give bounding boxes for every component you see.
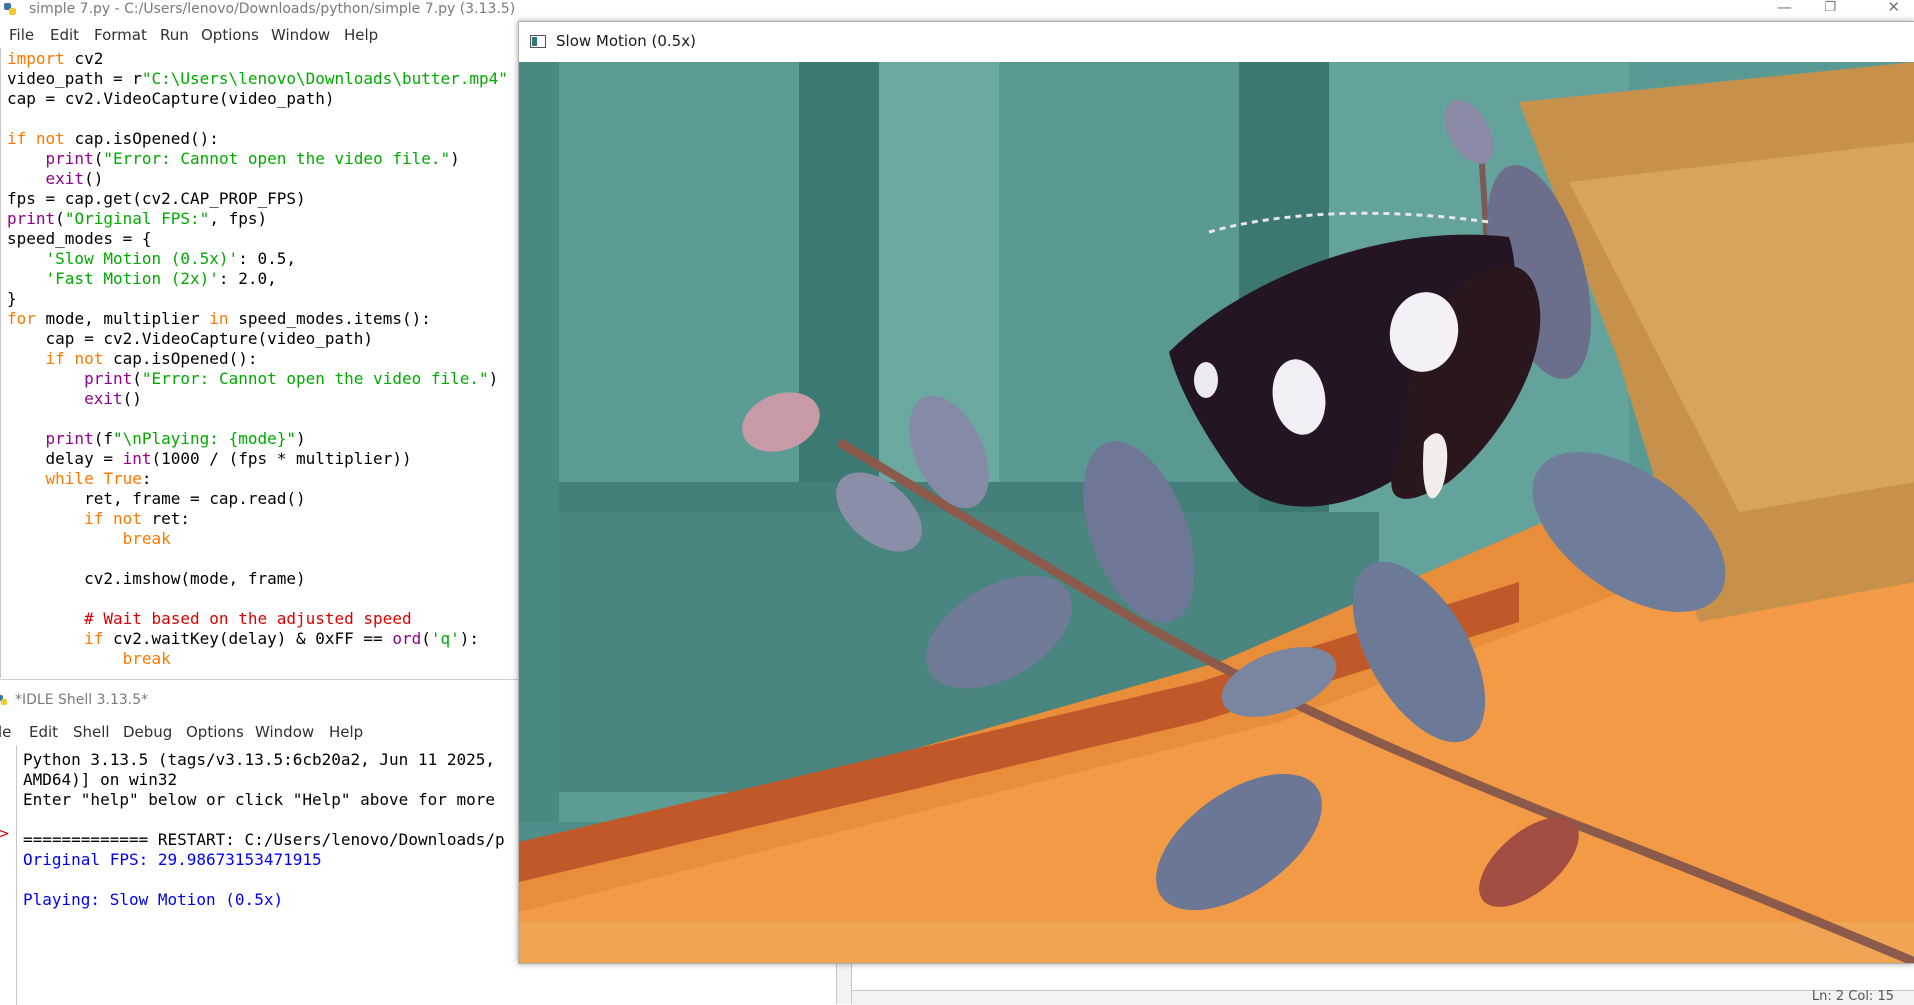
window-icon <box>530 35 546 48</box>
shell-line: Python 3.13.5 (tags/v3.13.5:6cb20a2, Jun… <box>23 750 496 769</box>
menu-shell[interactable]: Shell <box>73 722 110 742</box>
video-titlebar[interactable]: Slow Motion (0.5x) <box>519 22 1914 61</box>
shell-title: *IDLE Shell 3.13.5* <box>15 692 149 708</box>
menu-debug[interactable]: Debug <box>123 722 172 742</box>
minimize-icon[interactable]: — <box>1777 0 1792 16</box>
menu-file[interactable]: le <box>0 722 11 742</box>
menu-edit[interactable]: Edit <box>50 24 79 46</box>
shell-gutter <box>0 745 17 1005</box>
menu-window[interactable]: Window <box>271 24 330 46</box>
butterfly-frame-image <box>519 62 1914 963</box>
editor-menubar: File Edit Format Run Options Window Help <box>0 24 520 46</box>
menu-options[interactable]: Options <box>201 24 259 46</box>
shell-line: Original FPS: 29.98673153471915 <box>23 850 322 869</box>
menu-options[interactable]: Options <box>186 722 244 742</box>
menu-file[interactable]: File <box>9 24 34 46</box>
menu-help[interactable]: Help <box>329 722 363 742</box>
window-controls: — ❐ ✕ <box>1734 0 1914 18</box>
restore-icon[interactable]: ❐ <box>1824 0 1836 17</box>
editor-titlebar[interactable]: simple 7.py - C:/Users/lenovo/Downloads/… <box>0 0 1914 18</box>
source-code[interactable]: import cv2 video_path = r"C:\Users\lenov… <box>7 49 508 669</box>
video-title: Slow Motion (0.5x) <box>556 32 696 50</box>
menu-window[interactable]: Window <box>255 722 314 742</box>
editor-title: simple 7.py - C:/Users/lenovo/Downloads/… <box>29 1 516 17</box>
shell-menubar: le Edit Shell Debug Options Window Help <box>0 722 520 742</box>
shell-line: Enter "help" below or click "Help" above… <box>23 790 496 809</box>
shell-line: Playing: Slow Motion (0.5x) <box>23 890 284 909</box>
python-icon <box>4 3 16 15</box>
shell-prompt: > <box>0 826 10 842</box>
video-window[interactable]: Slow Motion (0.5x) <box>518 21 1914 964</box>
menu-help[interactable]: Help <box>344 24 378 46</box>
cursor-position: Ln: 2 Col: 15 <box>1811 989 1894 1004</box>
shell-line: AMD64)] on win32 <box>23 770 178 789</box>
menu-run[interactable]: Run <box>160 24 189 46</box>
shell-window: *IDLE Shell 3.13.5* le Edit Shell Debug … <box>0 679 520 1005</box>
shell-output[interactable]: > Python 3.13.5 (tags/v3.13.5:6cb20a2, J… <box>0 745 520 1005</box>
video-frame <box>519 62 1914 963</box>
menu-format[interactable]: Format <box>94 24 147 46</box>
python-icon <box>0 695 7 705</box>
menu-edit[interactable]: Edit <box>29 722 58 742</box>
shell-titlebar[interactable]: *IDLE Shell 3.13.5* <box>0 680 520 720</box>
shell-text: Python 3.13.5 (tags/v3.13.5:6cb20a2, Jun… <box>23 750 505 910</box>
status-bar: Ln: 2 Col: 15 <box>852 989 1914 1005</box>
editor-scrollbar[interactable] <box>836 960 852 1004</box>
shell-line: ============= RESTART: C:/Users/lenovo/D… <box>23 830 505 849</box>
code-editor[interactable]: import cv2 video_path = r"C:\Users\lenov… <box>0 48 520 678</box>
close-icon[interactable]: ✕ <box>1887 0 1900 16</box>
